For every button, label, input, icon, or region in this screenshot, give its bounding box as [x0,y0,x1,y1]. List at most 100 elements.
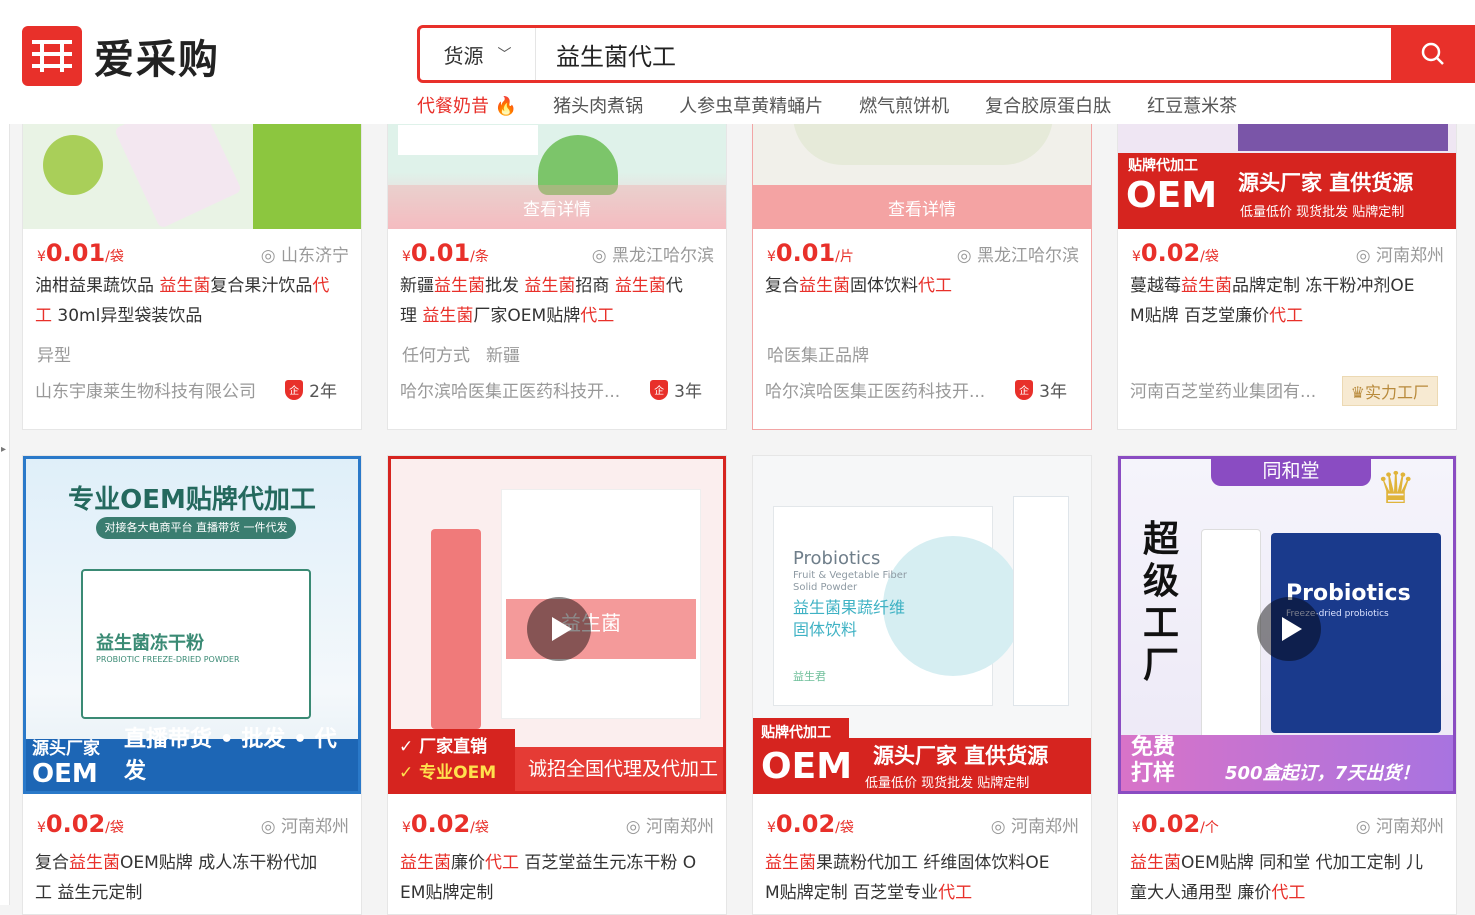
membership-years: 企 3年 [650,377,702,402]
image-text: 贴牌代加工 [1128,158,1198,174]
image-text: 超级工厂 [1143,519,1180,686]
image-text: OEM [32,759,98,789]
view-detail-overlay[interactable]: 查看详情 [753,185,1091,229]
shield-icon: 企 [285,379,304,400]
title-keyword: 益生菌 [765,853,816,873]
image-text: 固体饮料 [793,620,858,639]
image-text: 贴牌代加工 [761,725,831,741]
title-keyword: 代工 [1271,883,1306,903]
location: ◎ 山东济宁 [260,246,349,266]
image-text: OEM [1126,175,1218,216]
title-keyword: 益生菌 [69,853,120,873]
hot-search-item[interactable]: 复合胶原蛋白肽 [985,92,1111,118]
title-text: 复合 [35,853,69,873]
title-text: 复合 [765,276,799,296]
membership-years: 企 2年 [285,377,337,402]
price: ¥0.02/袋 [1132,239,1219,267]
product-card[interactable]: 查看详情 ¥0.01/片 ◎ 黑龙江哈尔滨 复合益生菌固体饮料代工 哈医集正品牌… [752,114,1092,430]
image-text: 源头厂家 直供货源 [1238,171,1414,195]
hot-search-item[interactable]: 人参虫草黄精蛹片 [679,92,823,118]
play-video-button[interactable] [527,597,591,661]
hot-search-item[interactable]: 红豆薏米茶 [1147,92,1237,118]
product-card[interactable]: Probiotics Fruit & Vegetable Fiber Solid… [752,455,1092,915]
image-text: 同和堂 [1211,459,1371,486]
product-title[interactable]: 益生菌果蔬粉代加工 纤维固体饮料OE M贴牌定制 百芝堂专业代工 [765,848,1081,908]
view-detail-overlay[interactable]: 查看详情 [388,185,726,229]
product-title[interactable]: 蔓越莓益生菌品牌定制 冻干粉冲剂OE M贴牌 百芝堂廉价代工 [1130,271,1446,331]
image-text: OEM [761,746,853,787]
image-text: 低量低价 现货批发 贴牌定制 [1240,205,1405,220]
company-name[interactable]: 哈尔滨哈医集正医药科技开... [765,377,1005,402]
price: ¥0.02/袋 [402,810,489,838]
company-name[interactable]: 山东宇康莱生物科技有限公司 [35,377,270,402]
image-text: 源头厂家 直供货源 [873,744,1049,768]
play-video-button[interactable] [1257,597,1321,661]
product-image[interactable]: 同和堂 ♛ 超级工厂 Probiotics Freeze-dried probi… [1118,456,1456,794]
image-text: 低量低价 现货批发 贴牌定制 [865,776,1030,791]
product-card[interactable]: 专业OEM贴牌代加工 对接各大电商平台 直播带货 一件代发 益生菌冻干粉 PRO… [22,455,362,915]
product-card[interactable]: 同和堂 ♛ 超级工厂 Probiotics Freeze-dried probi… [1117,455,1457,915]
title-text: 代 [665,276,683,296]
image-text: 诚招全国代理及代加工 [515,747,723,791]
title-text: OEM贴牌 同和堂 代加工定制 儿 [1181,853,1424,873]
shield-icon: 企 [650,379,669,400]
product-image[interactable]: 益生菌 ✓ 厂家直销 ✓ 专业OEM 诚招全国代理及代加工 [388,456,726,794]
product-card[interactable]: ¥0.01/袋 ◎ 山东济宁 油柑益果蔬饮品 益生菌复合果汁饮品代工 30ml异… [22,114,362,430]
location: ◎ 河南郑州 [990,817,1079,837]
title-keyword: 益生菌 [1130,853,1181,873]
product-card[interactable]: 益生菌 ✓ 厂家直销 ✓ 专业OEM 诚招全国代理及代加工 ¥0.02/袋 ◎ … [387,455,727,915]
image-text: 对接各大电商平台 直播带货 一件代发 [96,517,296,539]
product-image[interactable] [23,115,361,229]
image-text: Solid Powder [793,582,858,593]
site-logo[interactable]: 爱采购 [22,26,220,86]
product-title[interactable]: 复合益生菌固体饮料代工 [765,271,1081,301]
title-text: 招商 [575,276,615,296]
caret-right-icon: ▸ [1,444,7,455]
search-icon [1421,42,1444,65]
image-text: 益生菌冻干粉 [96,633,204,654]
price: ¥0.01/条 [402,239,489,267]
image-text: 源头厂家 [32,739,100,759]
price: ¥0.02/袋 [37,810,124,838]
product-title[interactable]: 油柑益果蔬饮品 益生菌复合果汁饮品代工 30ml异型袋装饮品 [35,271,351,331]
title-text: OEM贴牌 成人冻干粉代加 [120,853,318,873]
product-tag: 任何方式 [402,346,470,366]
title-text: EM贴牌定制 [400,883,494,903]
title-text: 复合果汁饮品 [210,276,313,296]
product-image[interactable]: Probiotics Fruit & Vegetable Fiber Solid… [753,456,1091,794]
product-title[interactable]: 复合益生菌OEM贴牌 成人冻干粉代加工 益生元定制 [35,848,351,908]
title-text: 百芝堂益生元冻干粉 O [519,853,697,873]
search-category-select[interactable]: 货源 ﹀ [420,28,536,80]
title-keyword: 益生菌 [159,276,211,296]
search-button[interactable] [1391,25,1475,83]
product-image[interactable]: 贴牌代加工 OEM 源头厂家 直供货源 低量低价 现货批发 贴牌定制 [1118,115,1456,229]
product-image[interactable]: 专业OEM贴牌代加工 对接各大电商平台 直播带货 一件代发 益生菌冻干粉 PRO… [23,456,361,794]
image-text: 益生君 [793,670,826,683]
company-name[interactable]: 哈尔滨哈医集正医药科技开... [400,377,640,402]
company-name[interactable]: 河南百芝堂药业集团有... [1130,377,1335,402]
product-tag: 异型 [37,346,71,366]
image-text: PROBIOTIC FREEZE-DRIED POWDER [96,655,240,664]
image-text: Probiotics [793,548,881,569]
product-card[interactable]: 查看详情 ¥0.01/条 ◎ 黑龙江哈尔滨 新疆益生菌批发 益生菌招商 益生菌代… [387,114,727,430]
title-text: 油柑益果蔬饮品 [35,276,160,296]
hot-search-item[interactable]: 燃气煎饼机 [859,92,949,118]
title-text: 品牌定制 冻干粉冲剂OE [1232,276,1415,296]
product-title[interactable]: 新疆益生菌批发 益生菌招商 益生菌代理 益生菌厂家OEM贴牌代工 [400,271,716,331]
price: ¥0.02/袋 [767,810,854,838]
product-image[interactable]: 查看详情 [388,115,726,229]
product-card[interactable]: 贴牌代加工 OEM 源头厂家 直供货源 低量低价 现货批发 贴牌定制 ¥0.02… [1117,114,1457,430]
hot-search-item[interactable]: 代餐奶昔 🔥 [417,92,517,118]
product-title[interactable]: 益生菌廉价代工 百芝堂益生元冻干粉 O EM贴牌定制 [400,848,716,908]
title-keyword: 代 [312,276,330,296]
image-text: Fruit & Vegetable Fiber [793,570,907,581]
search-input[interactable]: 益生菌代工 [536,37,1472,72]
product-title[interactable]: 益生菌OEM贴牌 同和堂 代加工定制 儿童大人通用型 廉价代工 [1130,848,1446,908]
location: ◎ 河南郑州 [260,817,349,837]
title-keyword: 工 [35,306,52,326]
product-image[interactable]: 查看详情 [753,115,1091,229]
title-keyword: 益生菌 [614,276,666,296]
hot-search-item[interactable]: 猪头肉煮锅 [553,92,643,118]
image-text: ✓ 专业OEM [399,763,497,783]
side-collapse-bar[interactable]: ▸ [0,124,10,905]
